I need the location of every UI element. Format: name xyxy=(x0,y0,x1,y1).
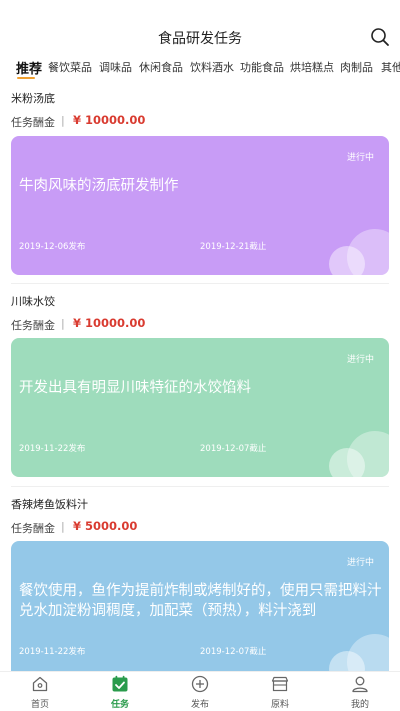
task-description: 开发出具有明显川味特征的水饺馅料 xyxy=(19,380,251,396)
task-calendar-icon xyxy=(112,675,128,692)
tab-catering-dishes[interactable]: 餐饮菜品 xyxy=(48,59,92,75)
deadline-date: 2019-12-07截止 xyxy=(200,444,267,454)
tabbar-item-ingredients[interactable]: 原料 xyxy=(240,672,320,711)
reward-separator: | xyxy=(61,520,65,533)
task-name: 川味水饺 xyxy=(11,295,55,308)
tabbar-label: 首页 xyxy=(30,700,49,710)
reward-label: 任务酬金 xyxy=(11,522,55,535)
tabbar-item-home[interactable]: 首页 xyxy=(0,672,80,711)
reward-label: 任务酬金 xyxy=(11,116,55,129)
status-badge: 进行中 xyxy=(346,355,374,365)
tabbar-label: 发布 xyxy=(190,700,209,710)
task-card[interactable]: 进行中 开发出具有明显川味特征的水饺馅料 2019-11-22发布 2019-1… xyxy=(11,338,389,477)
divider xyxy=(11,283,389,284)
tab-bakery[interactable]: 烘培糕点 xyxy=(290,59,334,75)
tab-recommended[interactable]: 推荐 xyxy=(16,58,42,77)
publish-date: 2019-11-22发布 xyxy=(19,647,86,657)
task-name: 米粉汤底 xyxy=(11,92,55,105)
divider xyxy=(11,486,389,487)
status-badge: 进行中 xyxy=(346,558,374,568)
decorative-bubble xyxy=(329,448,365,477)
plus-circle-icon xyxy=(191,675,209,693)
active-tab-indicator xyxy=(17,77,35,79)
publish-date: 2019-11-22发布 xyxy=(19,444,86,454)
tabbar-item-publish[interactable]: 发布 xyxy=(160,672,240,711)
tabbar-item-tasks[interactable]: 任务 xyxy=(80,672,160,711)
app-header: 食品研发任务 xyxy=(0,0,400,56)
reward-separator: | xyxy=(61,114,65,127)
reward-amount: ¥ 10000.00 xyxy=(73,113,146,127)
reward-label: 任务酬金 xyxy=(11,319,55,332)
status-badge: 进行中 xyxy=(346,153,374,163)
task-card[interactable]: 进行中 餐饮使用，鱼作为提前炸制或烤制好的，使用只需把料汁兑水加淀粉调稠度，加配… xyxy=(11,541,389,680)
reward-amount: ¥ 5000.00 xyxy=(73,519,138,533)
deadline-date: 2019-12-07截止 xyxy=(200,647,267,657)
reward-separator: | xyxy=(61,317,65,330)
tabbar-item-profile[interactable]: 我的 xyxy=(320,672,400,711)
task-description: 牛肉风味的汤底研发制作 xyxy=(19,178,179,194)
task-description: 餐饮使用，鱼作为提前炸制或烤制好的，使用只需把料汁兑水加淀粉调稠度，加配菜（预热… xyxy=(19,583,382,619)
tab-others[interactable]: 其他 xyxy=(381,59,400,75)
tabbar-label: 原料 xyxy=(270,700,289,710)
tabbar-label: 我的 xyxy=(350,700,369,710)
home-icon xyxy=(32,676,48,692)
user-icon xyxy=(352,676,368,693)
tab-seasonings[interactable]: 调味品 xyxy=(99,59,132,75)
tab-beverages[interactable]: 饮料酒水 xyxy=(190,59,234,75)
search-icon[interactable] xyxy=(370,27,390,47)
deadline-date: 2019-12-21截止 xyxy=(200,242,267,252)
tab-functional-food[interactable]: 功能食品 xyxy=(240,59,284,75)
shop-icon xyxy=(271,676,289,692)
task-name: 香辣烤鱼饭料汁 xyxy=(11,498,88,511)
page-title: 食品研发任务 xyxy=(158,31,242,47)
publish-date: 2019-12-06发布 xyxy=(19,242,86,252)
tabbar-label: 任务 xyxy=(110,700,129,710)
tab-meat-products[interactable]: 肉制品 xyxy=(340,59,373,75)
reward-amount: ¥ 10000.00 xyxy=(73,316,146,330)
category-tabs: 推荐 餐饮菜品 调味品 休闲食品 饮料酒水 功能食品 烘培糕点 肉制品 其他 xyxy=(0,56,400,84)
bottom-tab-bar: 首页 任务 发布 原料 我的 xyxy=(0,671,400,711)
decorative-bubble xyxy=(329,246,365,275)
tab-snacks[interactable]: 休闲食品 xyxy=(139,59,183,75)
task-card[interactable]: 进行中 牛肉风味的汤底研发制作 2019-12-06发布 2019-12-21截… xyxy=(11,136,389,275)
